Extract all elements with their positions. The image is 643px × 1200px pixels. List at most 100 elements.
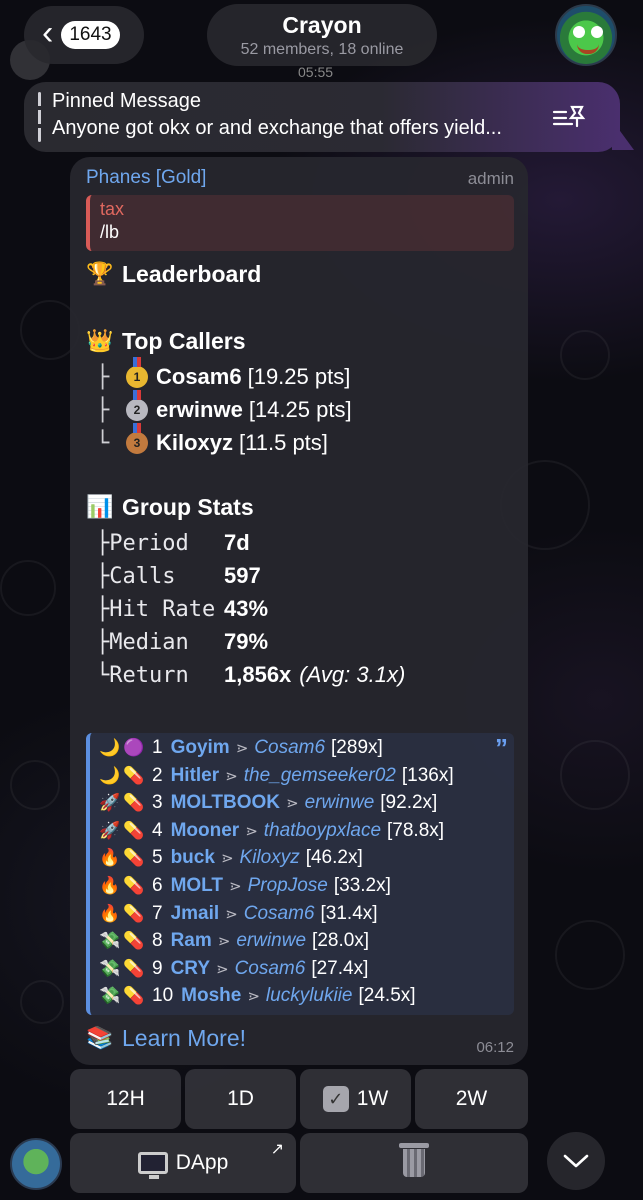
pill-emoji-icon: 💊 [123,931,145,952]
pill-emoji-icon: 💊 [123,903,145,924]
period-button-2w[interactable]: 2W [415,1069,528,1129]
status-emoji-icon: 🌙 [99,765,121,786]
pill-emoji-icon: 💊 [123,820,145,841]
arrow-icon: ⋗ [247,988,260,1006]
multiplier-value: [33.2x] [333,875,391,896]
pinned-message-bar[interactable]: Pinned Message Anyone got okx or and exc… [24,82,620,152]
button-label: 12H [106,1087,145,1110]
token-link[interactable]: MOLT [171,875,223,897]
reply-author: tax [100,199,125,219]
multiplier-value: [136x] [401,764,454,786]
top-callers-title: Top Callers [122,328,246,354]
tree-branch: ├ [96,397,110,423]
delete-button[interactable] [300,1133,528,1193]
caller-link[interactable]: PropJose [248,875,328,897]
stat-row: ├Calls 597 [96,563,261,589]
multiplier-value: [24.5x] [358,985,416,1007]
stat-value: 597 [224,563,261,588]
avatar-eye [591,26,603,38]
token-link[interactable]: Hitler [171,765,220,787]
multiplier-value: [289x] [331,737,383,758]
token-link[interactable]: Moshe [181,985,241,1007]
caller-link[interactable]: erwinwe [236,930,306,952]
token-link[interactable]: Ram [171,930,212,952]
caller-link[interactable]: Cosam6 [235,958,306,980]
token-link[interactable]: Jmail [171,903,220,925]
pill-emoji-icon: 💊 [123,848,145,869]
status-emoji-icon: 🔥 [99,848,121,869]
arrow-icon: ⋗ [216,960,229,978]
stat-value: 1,856x [224,662,292,687]
learn-more-link[interactable]: 📚 Learn More! [86,1025,246,1052]
caller-link[interactable]: thatboypxlace [264,820,381,842]
monitor-icon [137,1152,168,1179]
pill-emoji-icon: 💊 [123,986,145,1007]
caller-row: └ 3 Kiloxyz [11.5 pts] [96,423,328,456]
pill-emoji-icon: 💊 [123,793,145,814]
period-button-1d[interactable]: 1D [185,1069,296,1129]
token-link[interactable]: MOLTBOOK [171,792,280,814]
scroll-down-button[interactable] [547,1132,605,1190]
trash-icon [399,1143,429,1177]
sender-name[interactable]: Phanes [Gold] [86,167,206,189]
token-link[interactable]: Goyim [171,737,230,759]
leaderboard-message[interactable]: Phanes [Gold] admin tax /lb 🏆 Leaderboar… [70,157,528,1065]
token-link[interactable]: CRY [171,958,210,980]
caller-name: Cosam6 [156,364,242,389]
stat-row: ├Median 79% [96,629,268,655]
pill-emoji-icon: 💊 [123,876,145,896]
caller-link[interactable]: luckylukiie [266,985,353,1007]
leaderboard-row: 🚀 💊 3 MOLTBOOK ⋗ erwinwe [92.2x] [98,792,437,814]
arrow-icon: ⋗ [229,878,242,895]
unread-count-badge: 1643 [61,21,120,49]
status-emoji-icon: 🌙 [99,738,121,758]
caller-link[interactable]: Kiloxyz [240,847,300,869]
rank-number: 2 [152,764,163,786]
caller-link[interactable]: erwinwe [305,792,375,814]
sender-avatar[interactable] [10,1138,62,1190]
arrow-icon: ⋗ [220,850,234,868]
leaderboard-row: 🔥 💊 6 MOLT ⋗ PropJose [33.2x] [98,875,391,897]
status-emoji-icon: 💸 [99,986,121,1007]
multiplier-value: [92.2x] [380,792,438,814]
group-avatar[interactable] [555,4,617,66]
stat-value: 7d [224,530,250,555]
dapp-button[interactable]: DApp ↗ [70,1133,296,1193]
group-stats-heading: 📊 Group Stats [86,494,253,521]
pill-emoji-icon: 💊 [123,958,145,979]
pin-list-icon[interactable] [552,104,586,130]
pinned-title: Pinned Message [52,90,201,112]
learn-more-label: Learn More! [122,1025,247,1051]
chat-header[interactable]: Crayon 52 members, 18 online [207,4,437,66]
rank-number: 8 [152,930,163,952]
period-button-12h[interactable]: 12H [70,1069,181,1129]
back-button[interactable]: ‹ 1643 [24,6,144,64]
chat-subtitle: 52 members, 18 online [240,41,404,58]
stat-row: ├Period 7d [96,530,250,556]
status-emoji-icon: 💸 [99,958,121,979]
token-link[interactable]: buck [171,847,215,869]
tree-branch: ├ [96,364,110,390]
leaderboard-row: 🚀 💊 4 Mooner ⋗ thatboypxlace [78.8x] [98,820,444,842]
arrow-icon: ⋗ [217,933,231,951]
leaderboard-row: 🔥 💊 7 Jmail ⋗ Cosam6 [31.4x] [98,903,377,925]
timestamp-top: 05:55 [298,64,334,80]
rank-number: 9 [152,957,163,979]
trophy-icon: 🏆 [86,262,114,287]
leaderboard-row: 🌙 🟣 1 Goyim ⋗ Cosam6 [289x] [98,737,383,759]
status-emoji-icon: 🔥 [99,876,121,896]
button-label: DApp [175,1151,229,1174]
arrow-icon: ⋗ [225,905,238,923]
stat-label: ├Median [96,629,189,655]
token-link[interactable]: Mooner [171,820,240,842]
status-emoji-icon: 🔥 [99,903,121,924]
button-label: 1W [356,1087,389,1110]
caller-link[interactable]: Cosam6 [244,903,315,925]
caller-name: Kiloxyz [156,430,234,455]
caller-link[interactable]: the_gemseeker02 [244,765,396,787]
period-button-1w[interactable]: ✓ 1W [300,1069,411,1129]
caller-link[interactable]: Cosam6 [254,737,325,759]
leaderboard-row: 💸 💊 10 Moshe ⋗ luckylukiie [24.5x] [98,985,416,1007]
reply-quote[interactable]: tax /lb [86,195,514,251]
arrow-icon: ⋗ [235,740,249,757]
